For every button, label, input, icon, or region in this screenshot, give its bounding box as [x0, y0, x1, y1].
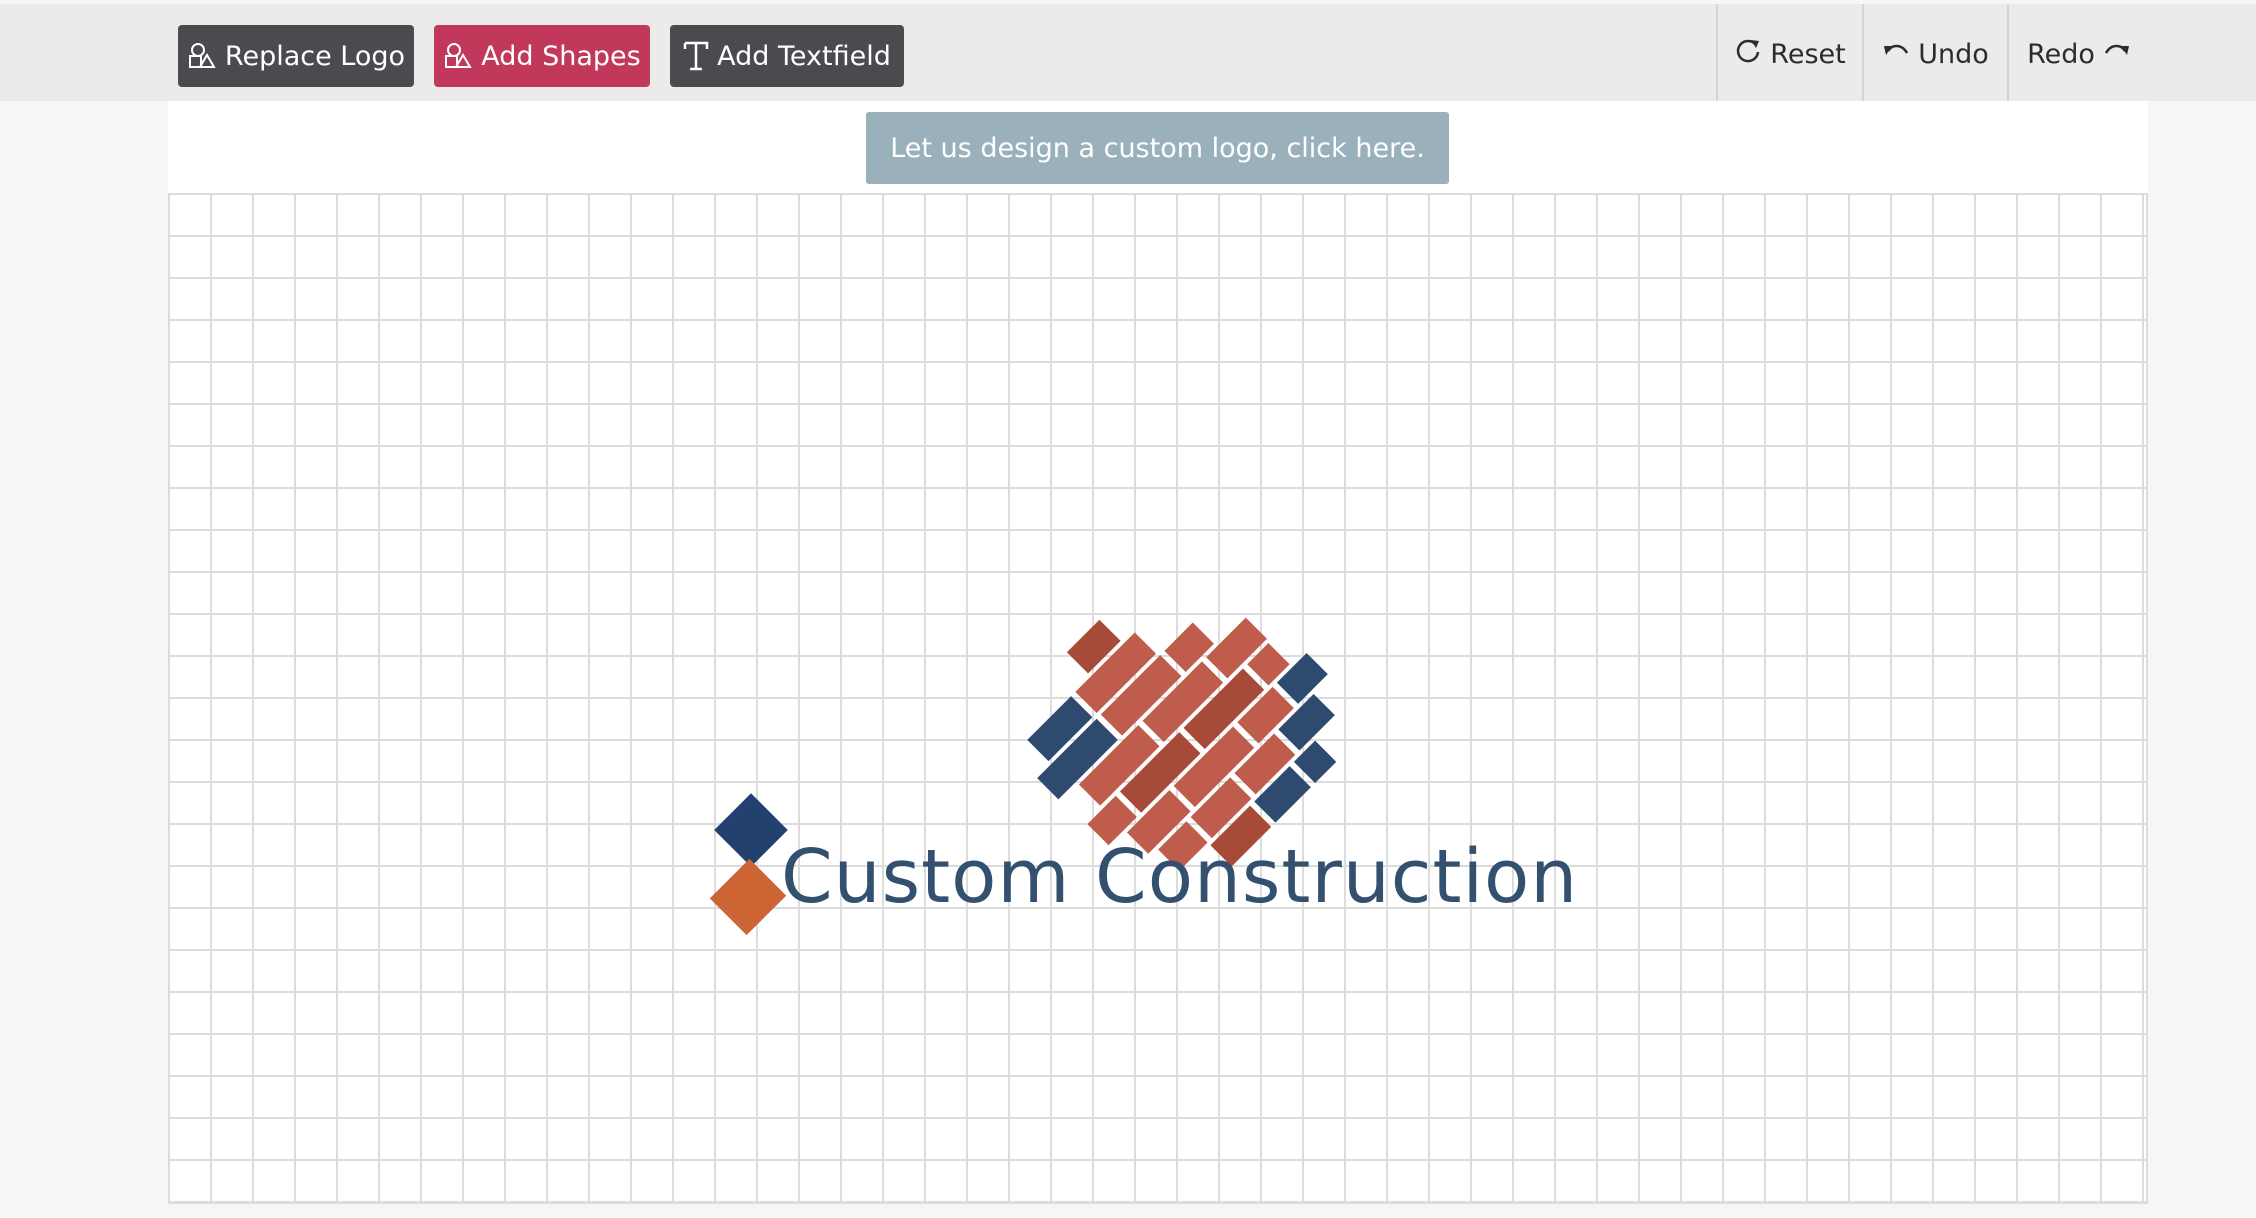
add-textfield-button[interactable]: Add Textfield: [670, 25, 904, 87]
undo-button[interactable]: Undo: [1862, 4, 2007, 105]
replace-logo-label: Replace Logo: [224, 40, 406, 72]
add-shapes-button[interactable]: Add Shapes: [434, 25, 650, 87]
orange-diamond: [709, 858, 787, 936]
navy-diamond: [714, 793, 788, 867]
logo-graphic[interactable]: [168, 101, 2148, 1204]
text-icon: [683, 40, 709, 72]
design-canvas[interactable]: Let us design a custom logo, click here.: [168, 101, 2148, 1204]
replace-logo-button[interactable]: Replace Logo: [178, 25, 414, 87]
add-shapes-label: Add Shapes: [481, 40, 641, 72]
shapes-icon: [443, 41, 473, 71]
reset-icon: [1734, 37, 1762, 72]
reset-label: Reset: [1770, 39, 1846, 70]
shapes-icon: [187, 41, 217, 71]
undo-icon: [1882, 39, 1910, 70]
company-name-text[interactable]: Custom Construction: [781, 834, 1578, 944]
add-textfield-label: Add Textfield: [717, 40, 891, 72]
reset-button[interactable]: Reset: [1716, 4, 1862, 105]
undo-label: Undo: [1918, 39, 1989, 70]
redo-button[interactable]: Redo: [2007, 4, 2149, 105]
redo-icon: [2103, 39, 2131, 70]
toolbar: Replace Logo Add Shapes Add Textfield Re…: [0, 0, 2256, 105]
diamond-mark-icon: [709, 793, 788, 936]
redo-label: Redo: [2027, 39, 2095, 70]
brick: [1164, 622, 1214, 673]
